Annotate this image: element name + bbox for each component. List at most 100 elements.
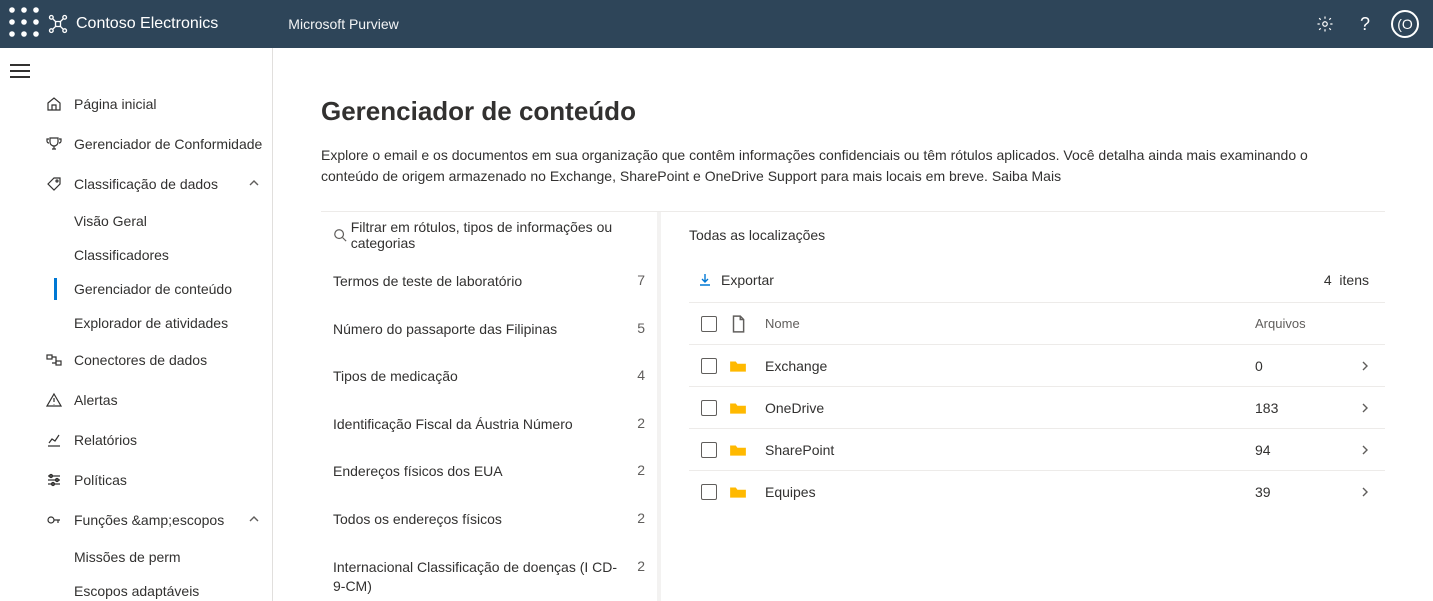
export-label: Exportar bbox=[721, 272, 774, 288]
sidebar-item-label: Políticas bbox=[74, 472, 272, 488]
sidebar-item-label: Classificadores bbox=[74, 247, 272, 263]
chevron-up-icon bbox=[248, 512, 272, 528]
row-files: 94 bbox=[1255, 442, 1345, 458]
connectors-icon bbox=[46, 352, 74, 368]
sidebar-item-label: Visão Geral bbox=[74, 213, 272, 229]
drone-icon bbox=[48, 14, 68, 34]
sidebar-item-roles-scopes[interactable]: Funções &amp;escopos bbox=[40, 500, 272, 540]
home-icon bbox=[46, 96, 74, 112]
row-files: 183 bbox=[1255, 400, 1345, 416]
alert-icon bbox=[46, 392, 74, 408]
row-files: 39 bbox=[1255, 484, 1345, 500]
page-title: Gerenciador de conteúdo bbox=[321, 96, 1385, 127]
sidebar-item-permissions[interactable]: Missões de perm bbox=[40, 540, 272, 574]
top-bar: Contoso Electronics Microsoft Purview ? … bbox=[0, 0, 1433, 48]
category-item[interactable]: Identificação Fiscal da Áustria Número2 bbox=[321, 401, 657, 449]
sidebar-item-label: Conectores de dados bbox=[74, 352, 272, 368]
select-all-checkbox[interactable] bbox=[689, 316, 729, 332]
sidebar-toggle-column bbox=[0, 48, 40, 601]
search-icon bbox=[329, 228, 351, 242]
sidebar-item-label: Explorador de atividades bbox=[74, 315, 272, 331]
sidebar-item-label: Escopos adaptáveis bbox=[74, 583, 272, 599]
filter-input[interactable]: Filtrar em rótulos, tipos de informações… bbox=[321, 212, 657, 258]
folder-icon bbox=[729, 441, 765, 459]
folder-icon bbox=[729, 483, 765, 501]
sidebar-item-label: Funções &amp;escopos bbox=[74, 512, 248, 528]
gear-icon bbox=[1316, 15, 1334, 33]
category-item[interactable]: Todos os endereços físicos2 bbox=[321, 496, 657, 544]
key-icon bbox=[46, 512, 74, 528]
table-row[interactable]: SharePoint 94 bbox=[689, 428, 1385, 470]
category-item[interactable]: Tipos de medicação4 bbox=[321, 353, 657, 401]
filter-placeholder: Filtrar em rótulos, tipos de informações… bbox=[351, 219, 649, 251]
sidebar-item-label: Missões de perm bbox=[74, 549, 272, 565]
row-files: 0 bbox=[1255, 358, 1345, 374]
locations-heading: Todas as localizações bbox=[689, 212, 1385, 258]
document-icon bbox=[729, 315, 765, 333]
sidebar-item-overview[interactable]: Visão Geral bbox=[40, 204, 272, 238]
export-button[interactable]: Exportar bbox=[697, 272, 774, 288]
table-row[interactable]: Exchange 0 bbox=[689, 344, 1385, 386]
sidebar-item-label: Relatórios bbox=[74, 432, 272, 448]
chevron-up-icon bbox=[248, 176, 272, 192]
row-name: OneDrive bbox=[765, 400, 1255, 416]
main-content: Gerenciador de conteúdo Explore o email … bbox=[273, 48, 1433, 601]
category-item[interactable]: Número do passaporte das Filipinas5 bbox=[321, 306, 657, 354]
categories-panel: Filtrar em rótulos, tipos de informações… bbox=[321, 212, 661, 601]
category-item[interactable]: Termos de teste de laboratório7 bbox=[321, 258, 657, 306]
sidebar-item-adaptive-scopes[interactable]: Escopos adaptáveis bbox=[40, 574, 272, 601]
sidebar-item-alerts[interactable]: Alertas bbox=[40, 380, 272, 420]
column-header-name[interactable]: Nome bbox=[765, 316, 1255, 331]
sidebar-item-activity-explorer[interactable]: Explorador de atividades bbox=[40, 306, 272, 340]
sidebar-item-policies[interactable]: Políticas bbox=[40, 460, 272, 500]
row-checkbox[interactable] bbox=[689, 442, 729, 458]
page-description: Explore o email e os documentos em sua o… bbox=[321, 145, 1341, 187]
items-count: 4 itens bbox=[1324, 272, 1385, 288]
sidebar-item-label: Gerenciador de conteúdo bbox=[74, 281, 272, 297]
folder-icon bbox=[729, 399, 765, 417]
chevron-right-icon[interactable] bbox=[1345, 402, 1385, 414]
trophy-icon bbox=[46, 136, 74, 152]
row-name: Exchange bbox=[765, 358, 1255, 374]
sidebar-item-compliance-manager[interactable]: Gerenciador de Conformidade bbox=[40, 124, 272, 164]
sidebar-item-reports[interactable]: Relatórios bbox=[40, 420, 272, 460]
row-name: Equipes bbox=[765, 484, 1255, 500]
chevron-right-icon[interactable] bbox=[1345, 360, 1385, 372]
row-checkbox[interactable] bbox=[689, 358, 729, 374]
sidebar-item-data-connectors[interactable]: Conectores de dados bbox=[40, 340, 272, 380]
help-button[interactable]: ? bbox=[1345, 0, 1385, 48]
sidebar-item-label: Alertas bbox=[74, 392, 272, 408]
sidebar-item-classifiers[interactable]: Classificadores bbox=[40, 238, 272, 272]
sidebar-item-label: Gerenciador de Conformidade bbox=[74, 136, 272, 152]
sliders-icon bbox=[46, 472, 74, 488]
category-item[interactable]: Endereços físicos dos EUA2 bbox=[321, 448, 657, 496]
sidebar-item-data-classification[interactable]: Classificação de dados bbox=[40, 164, 272, 204]
chevron-right-icon[interactable] bbox=[1345, 444, 1385, 456]
row-checkbox[interactable] bbox=[689, 484, 729, 500]
table-row[interactable]: Equipes 39 bbox=[689, 470, 1385, 512]
app-launcher-icon[interactable] bbox=[8, 6, 40, 43]
sidebar-item-label: Classificação de dados bbox=[74, 176, 248, 192]
sidebar: Página inicial Gerenciador de Conformida… bbox=[40, 48, 273, 601]
chart-icon bbox=[46, 432, 74, 448]
sidebar-item-label: Página inicial bbox=[74, 96, 272, 112]
row-checkbox[interactable] bbox=[689, 400, 729, 416]
org-name: Contoso Electronics bbox=[76, 15, 218, 33]
table-row[interactable]: OneDrive 183 bbox=[689, 386, 1385, 428]
org-brand[interactable]: Contoso Electronics bbox=[48, 14, 218, 34]
account-button[interactable]: (O bbox=[1385, 0, 1425, 48]
table-header: Nome Arquivos bbox=[689, 302, 1385, 344]
category-item[interactable]: Internacional Classificação de doenças (… bbox=[321, 544, 657, 601]
hamburger-icon[interactable] bbox=[10, 64, 30, 78]
sidebar-item-content-explorer[interactable]: Gerenciador de conteúdo bbox=[40, 272, 272, 306]
tag-icon bbox=[46, 176, 74, 192]
avatar: (O bbox=[1391, 10, 1419, 38]
settings-button[interactable] bbox=[1305, 0, 1345, 48]
folder-icon bbox=[729, 357, 765, 375]
chevron-right-icon[interactable] bbox=[1345, 486, 1385, 498]
categories-list[interactable]: Termos de teste de laboratório7 Número d… bbox=[321, 258, 657, 601]
sidebar-item-home[interactable]: Página inicial bbox=[40, 84, 272, 124]
product-name[interactable]: Microsoft Purview bbox=[288, 16, 398, 32]
download-icon bbox=[697, 272, 713, 288]
column-header-files[interactable]: Arquivos bbox=[1255, 316, 1345, 331]
